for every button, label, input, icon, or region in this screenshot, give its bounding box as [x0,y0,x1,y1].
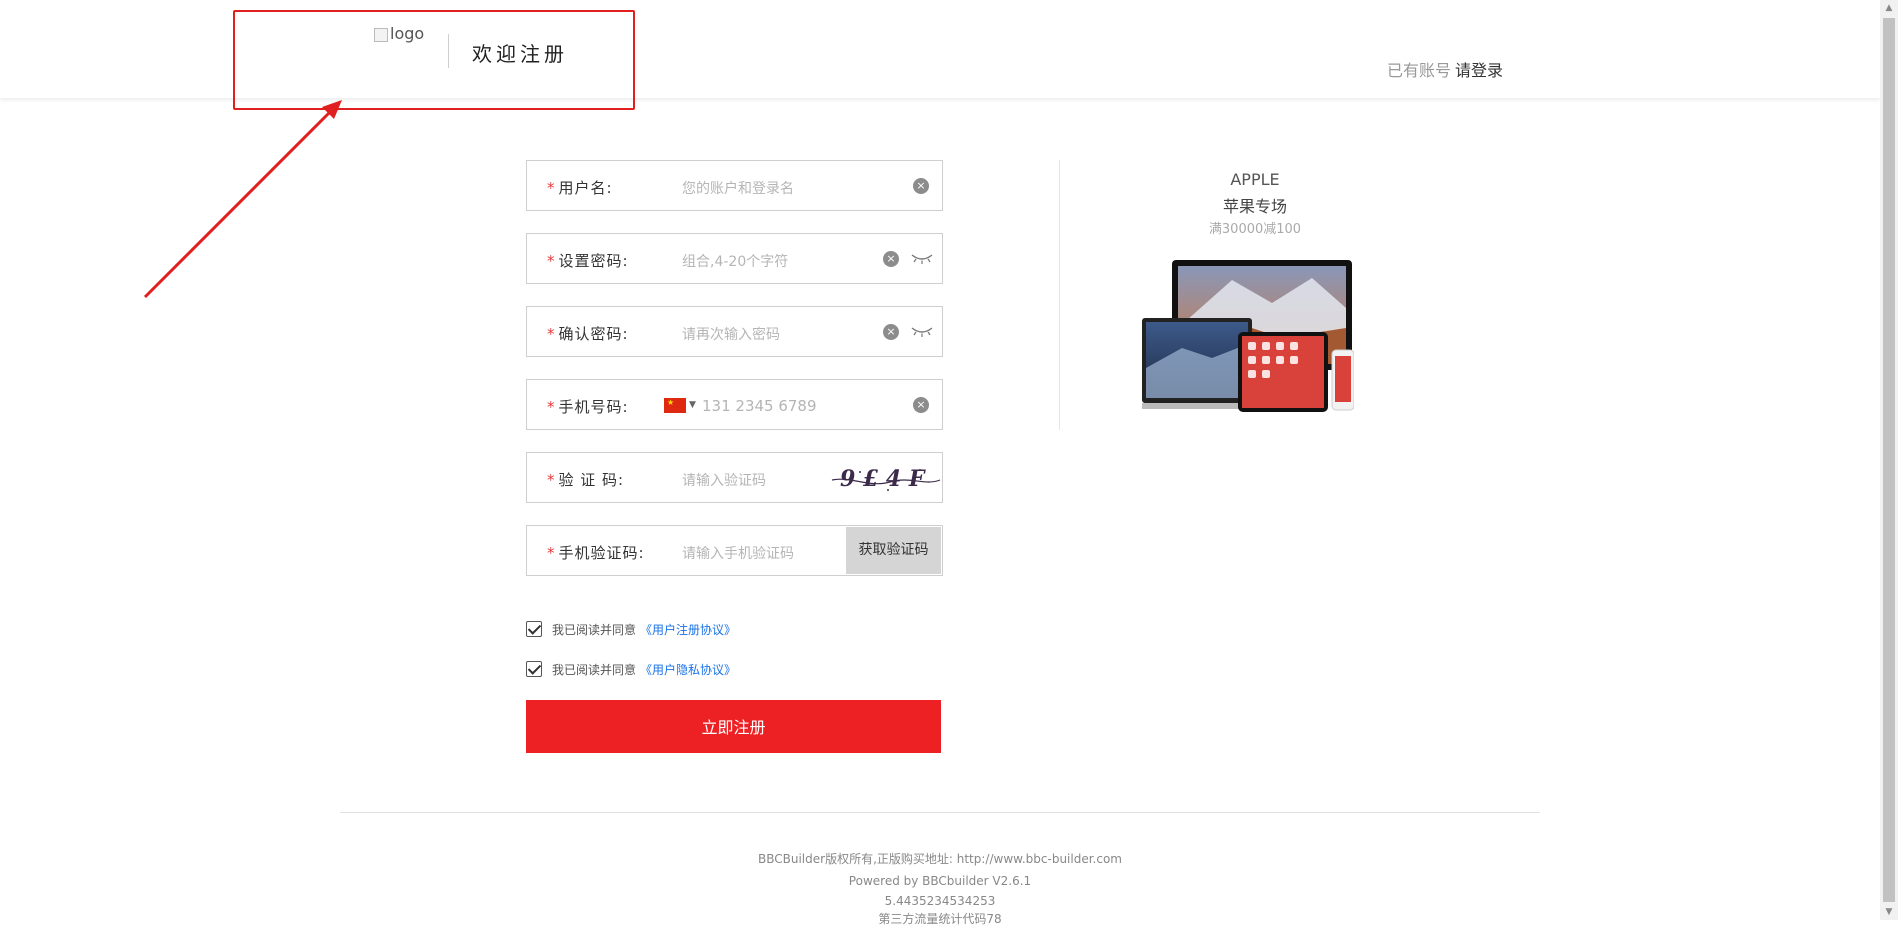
register-submit-button[interactable]: 立即注册 [526,700,941,753]
scrollbar-thumb[interactable] [1883,18,1895,902]
eye-closed-icon[interactable] [911,325,933,337]
annotation-arrow-icon [143,100,342,299]
agreement-privacy: 我已阅读并同意 《用户隐私协议》 [526,660,736,678]
apple-devices-image[interactable] [1142,258,1354,416]
sms-code-label: * 手机验证码: [547,544,645,562]
privacy-agreement-link[interactable]: 《用户隐私协议》 [640,661,736,678]
footer-divider [340,812,1540,813]
captcha-text: 9 £ 4 F [840,466,926,492]
agree-register-checkbox[interactable] [526,621,542,637]
get-sms-code-button[interactable]: 获取验证码 [846,527,941,574]
clear-icon[interactable]: × [913,178,929,194]
footer-powered: Powered by BBCbuilder V2.6.1 [848,874,1032,888]
confirm-password-field[interactable]: * 确认密码: 请再次输入密码 × [526,306,943,357]
confirm-password-label: * 确认密码: [547,325,629,343]
phone-field[interactable]: * 手机号码: ★ ▼ 131 2345 6789 × [526,379,943,430]
captcha-field[interactable]: * 验 证 码: 请输入验证码 9 £ 4 F [526,452,943,503]
username-placeholder[interactable]: 您的账户和登录名 [682,178,794,198]
footer-copyright: BBCBuilder版权所有,正版购买地址: http://www.bbc-bu… [758,852,1122,866]
agreement-text: 我已阅读并同意 [552,622,637,637]
footer-version: 5.4435234534253 [884,894,996,908]
agree-privacy-checkbox[interactable] [526,661,542,677]
phone-placeholder[interactable]: 131 2345 6789 [702,397,817,415]
annotation-highlight-box [233,10,635,110]
login-hint: 已有账号 请登录 [1387,57,1503,81]
sms-code-placeholder[interactable]: 请输入手机验证码 [682,543,794,563]
clear-icon[interactable]: × [883,251,899,267]
promo-brand: APPLE [1230,170,1280,189]
eye-closed-icon[interactable] [911,252,933,264]
footer-stats: 第三方流量统计代码78 [878,912,1002,926]
captcha-image[interactable]: 9 £ 4 F [830,458,942,498]
login-prompt: 已有账号 [1387,61,1452,80]
register-agreement-link[interactable]: 《用户注册协议》 [640,621,736,638]
scroll-up-icon[interactable]: ▲ [1880,0,1898,16]
phone-label: * 手机号码: [547,398,629,416]
username-field[interactable]: * 用户名: 您的账户和登录名 × [526,160,943,211]
promo-subtitle: 满30000减100 [1208,222,1302,237]
login-link[interactable]: 请登录 [1455,61,1503,80]
password-label: * 设置密码: [547,252,629,270]
promo-divider [1059,160,1060,430]
clear-icon[interactable]: × [913,397,929,413]
scroll-down-icon[interactable]: ▼ [1880,904,1898,920]
password-placeholder[interactable]: 组合,4-20个字符 [682,251,788,271]
captcha-label: * 验 证 码: [547,471,625,489]
captcha-placeholder[interactable]: 请输入验证码 [682,470,766,490]
agreement-text: 我已阅读并同意 [552,662,637,677]
promo-title: 苹果专场 [1222,197,1287,216]
username-label: * 用户名: [547,179,613,197]
chevron-down-icon[interactable]: ▼ [689,400,696,410]
clear-icon[interactable]: × [883,324,899,340]
china-flag-icon[interactable]: ★ [664,398,686,413]
password-field[interactable]: * 设置密码: 组合,4-20个字符 × [526,233,943,284]
agreement-register: 我已阅读并同意 《用户注册协议》 [526,620,736,638]
confirm-password-placeholder[interactable]: 请再次输入密码 [682,324,780,344]
sms-code-field[interactable]: * 手机验证码: 请输入手机验证码 获取验证码 [526,525,943,576]
